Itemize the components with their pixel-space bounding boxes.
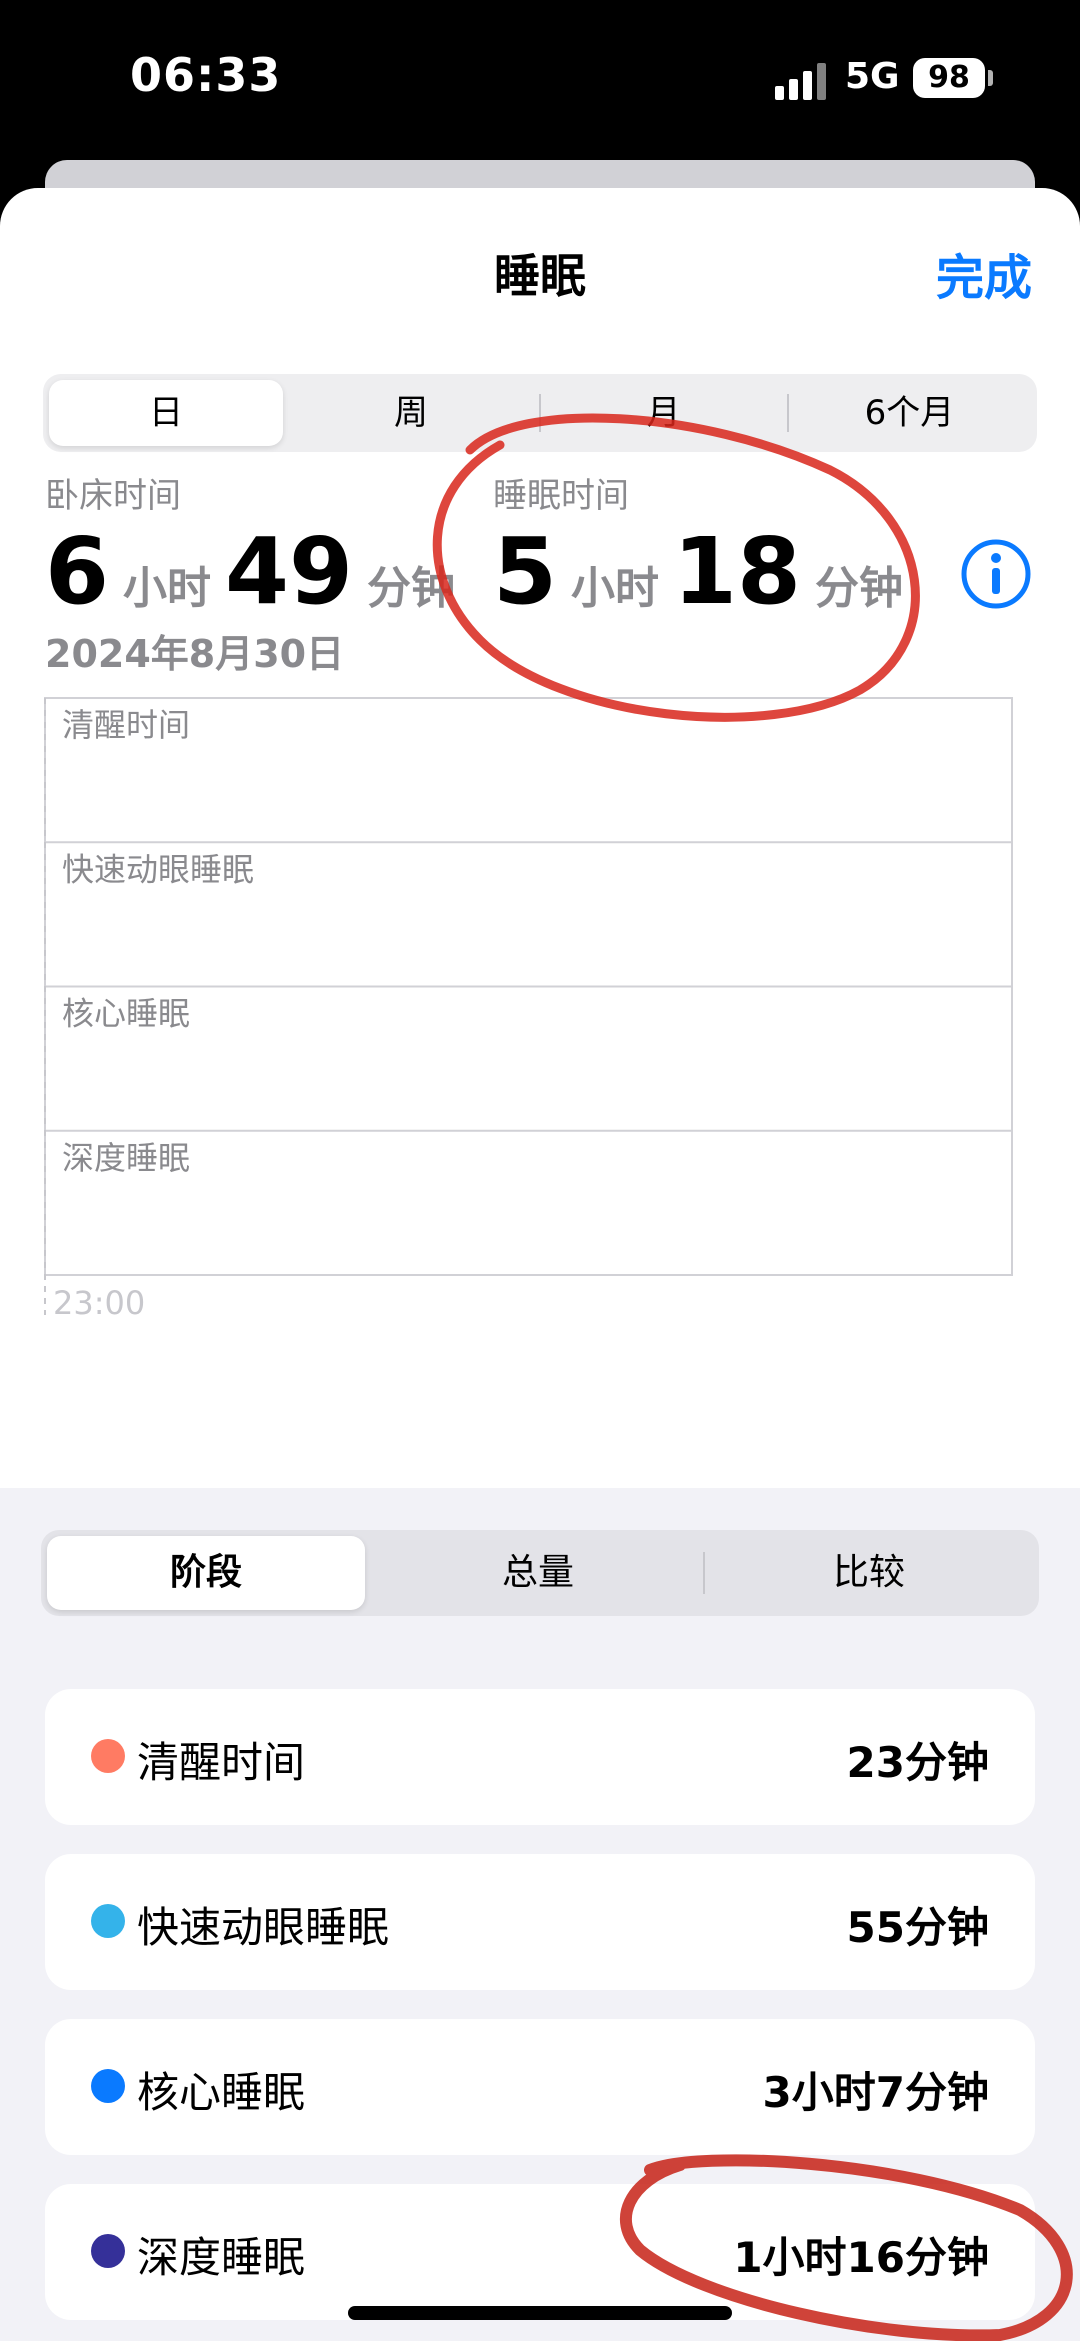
core-dot (91, 2069, 125, 2103)
legend-row-awake[interactable]: 清醒时间 23分钟 (45, 1689, 1035, 1825)
legend-row-deep[interactable]: 深度睡眠 1小时16分钟 (45, 2184, 1035, 2320)
network-label: 5G (845, 56, 900, 97)
status-time: 06:33 (130, 48, 282, 102)
tab-amounts[interactable]: 总量 (375, 1536, 701, 1610)
sleep-sheet: 睡眠 完成 日 周 月 6个月 卧床时间 6 小时 49 分钟 睡眠时间 5 小时 18 分… (0, 188, 1080, 2341)
x-tick-label: 23:00 (53, 1284, 145, 1322)
legend-row-rem[interactable]: 快速动眼睡眠 55分钟 (45, 1854, 1035, 1990)
legend-row-core[interactable]: 核心睡眠 3小时7分钟 (45, 2019, 1035, 2155)
stage-label: 清醒时间 (62, 706, 190, 744)
legend-value: 1小时16分钟 (733, 2233, 989, 2282)
stage-label: 快速动眼睡眠 (62, 850, 254, 888)
tab-comparisons[interactable]: 比较 (705, 1536, 1033, 1610)
battery-tip (988, 70, 993, 86)
signal-icon (775, 62, 829, 100)
stage-label: 深度睡眠 (62, 1139, 190, 1177)
legend-label: 快速动眼睡眠 (137, 1903, 390, 1952)
legend-value: 23分钟 (846, 1738, 989, 1787)
sleep-stage-chart: 23:0001:0003:0005:00清醒时间快速动眼睡眠核心睡眠深度睡眠 (0, 697, 1013, 1322)
legend-label: 清醒时间 (137, 1738, 306, 1787)
deep-dot (91, 2234, 125, 2268)
tab-stages[interactable]: 阶段 (47, 1536, 365, 1610)
home-indicator (348, 2306, 732, 2320)
legend-label: 深度睡眠 (137, 2233, 306, 2282)
view-segmented-control: 阶段 总量 比较 (41, 1530, 1039, 1616)
stage-label: 核心睡眠 (62, 995, 190, 1033)
legend-value: 55分钟 (846, 1903, 989, 1952)
legend-label: 核心睡眠 (137, 2068, 306, 2117)
awake-dot (91, 1739, 125, 1773)
rem-dot (91, 1904, 125, 1938)
battery-icon: 98 (913, 58, 985, 98)
status-bar: 06:33 5G 98 (0, 0, 1080, 160)
legend-value: 3小时7分钟 (762, 2068, 989, 2117)
